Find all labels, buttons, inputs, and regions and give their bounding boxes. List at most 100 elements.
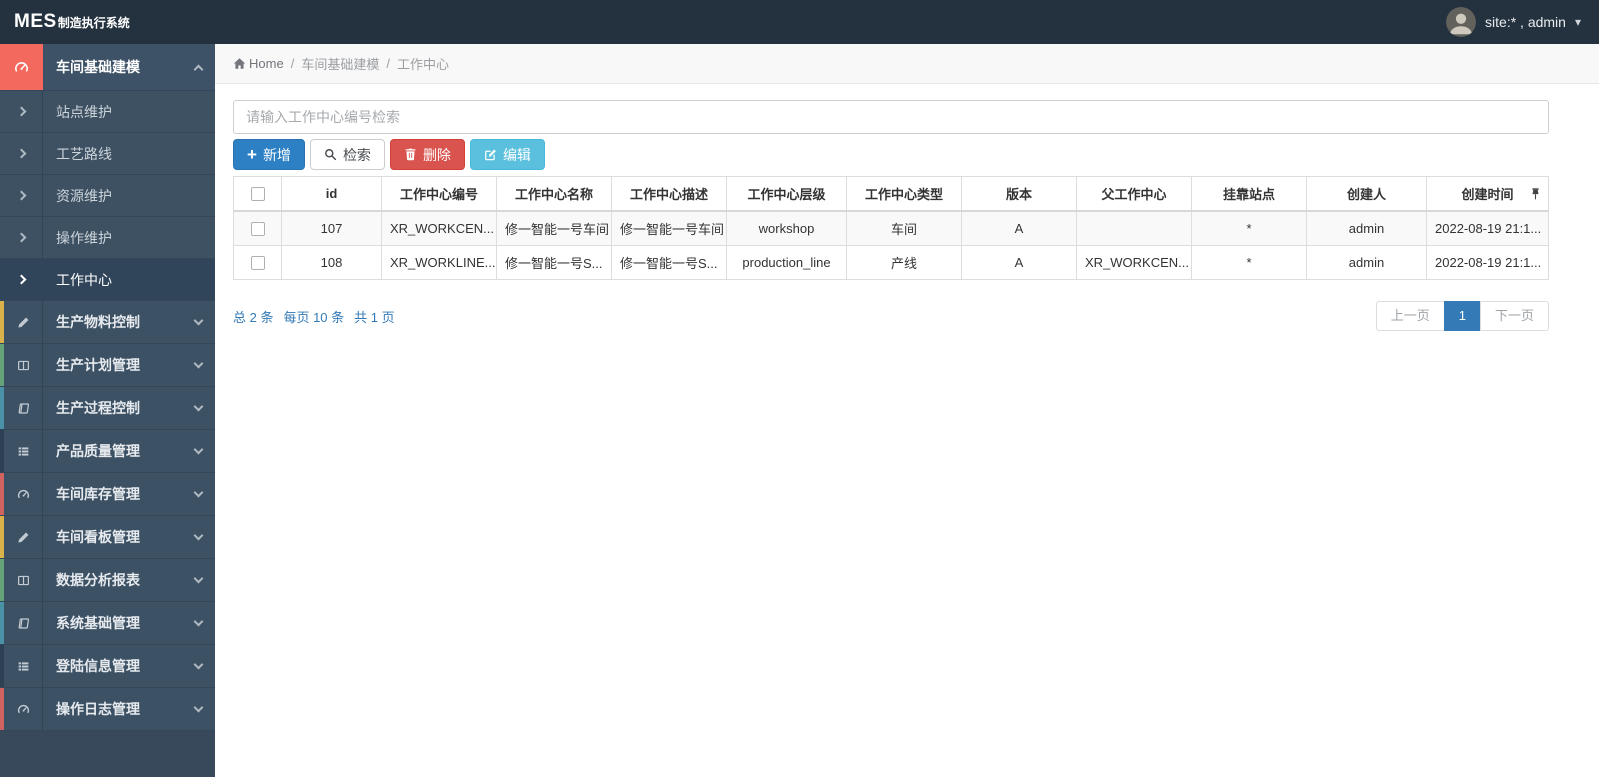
chevron-down-icon	[181, 559, 215, 601]
row-checkbox[interactable]	[250, 256, 265, 271]
sidebar-item-process-route[interactable]: 工艺路线	[0, 132, 215, 174]
sidebar-item-operation-maintenance[interactable]: 操作维护	[0, 216, 215, 258]
breadcrumb-current: 工作中心	[396, 57, 449, 72]
sidebar-module-label: 车间库存管理	[56, 486, 140, 502]
cell-code: XR_WORKCEN...	[381, 210, 497, 246]
table-row: 108 XR_WORKLINE... 修一智能一号S... 修一智能一号S...…	[233, 245, 1549, 280]
logo-text-secondary: 制造执行系统	[57, 16, 130, 30]
topbar: MES 制造执行系统 site:* , admin ▾	[0, 0, 1599, 44]
app-logo: MES 制造执行系统	[14, 11, 130, 33]
next-page-button[interactable]: 下一页	[1479, 301, 1549, 331]
sidebar-module-login-info[interactable]: 登陆信息管理	[0, 644, 215, 687]
sidebar-module-product-quality[interactable]: 产品质量管理	[0, 429, 215, 472]
stats-per-page: 每页 10 条	[283, 309, 345, 325]
cell-station: *	[1191, 210, 1307, 246]
sidebar-item-label: 操作维护	[56, 229, 112, 246]
row-select-cell	[233, 210, 282, 246]
caret-down-icon: ▾	[1574, 15, 1581, 29]
edit-button[interactable]: 编辑	[469, 139, 545, 170]
row-checkbox[interactable]	[250, 222, 265, 237]
pagination: 上一页 1 下一页	[1375, 301, 1549, 331]
plus-icon: +	[247, 145, 257, 164]
add-button[interactable]: + 新增	[233, 139, 305, 170]
chevron-right-icon	[0, 133, 43, 174]
sidebar-module-system-basic[interactable]: 系统基础管理	[0, 601, 215, 644]
dashboard-icon	[0, 44, 43, 90]
sidebar-module-production-plan[interactable]: 生产计划管理	[0, 343, 215, 386]
search-input[interactable]	[233, 100, 1549, 134]
sidebar-item-resource-maintenance[interactable]: 资源维护	[0, 174, 215, 216]
delete-button-label: 删除	[422, 146, 451, 163]
sidebar-item-label: 工作中心	[56, 271, 112, 288]
chevron-right-icon	[0, 217, 43, 258]
pencil-icon	[0, 301, 43, 343]
column-header-name: 工作中心名称	[496, 176, 612, 212]
current-page-button[interactable]: 1	[1443, 301, 1481, 331]
table-row: 107 XR_WORKCEN... 修一智能一号车间 修一智能一号车间 work…	[233, 210, 1549, 246]
delete-button[interactable]: 删除	[389, 139, 465, 170]
sidebar-module-label: 操作日志管理	[56, 701, 140, 717]
cell-creator: admin	[1306, 245, 1427, 280]
avatar	[1446, 7, 1477, 37]
sidebar-item-work-center[interactable]: 工作中心	[0, 258, 215, 300]
sidebar-module-label: 登陆信息管理	[56, 658, 140, 674]
cell-level: production_line	[726, 245, 847, 280]
sidebar-module-label: 生产过程控制	[56, 400, 140, 416]
search-button[interactable]: 检索	[309, 139, 385, 170]
sidebar-module-workshop-kanban[interactable]: 车间看板管理	[0, 515, 215, 558]
prev-page-button[interactable]: 上一页	[1375, 301, 1445, 331]
add-button-label: 新增	[262, 146, 291, 163]
cell-code: XR_WORKLINE...	[381, 245, 497, 280]
select-all-cell	[233, 176, 282, 212]
chevron-down-icon	[181, 301, 215, 343]
sidebar-item-label: 站点维护	[56, 103, 112, 120]
user-menu[interactable]: site:* , admin ▾	[1446, 7, 1581, 37]
sidebar: 车间基础建模 站点维护 工艺路线 资源维护 操作维护 工作中心 生产物料控制 生…	[0, 44, 215, 777]
cell-parent	[1076, 210, 1192, 246]
chevron-down-icon	[181, 387, 215, 429]
breadcrumb-level1-link[interactable]: 车间基础建模	[301, 54, 379, 73]
dashboard-icon	[0, 473, 43, 515]
stats-total: 总 2 条	[233, 309, 274, 325]
work-center-table: id 工作中心编号 工作中心名称 工作中心描述 工作中心层级 工作中心类型 版本…	[233, 176, 1549, 280]
breadcrumb-separator: /	[290, 56, 295, 71]
cell-creator: admin	[1306, 210, 1427, 246]
chevron-down-icon	[181, 602, 215, 644]
sidebar-module-data-analysis[interactable]: 数据分析报表	[0, 558, 215, 601]
cell-description: 修一智能一号S...	[611, 245, 727, 280]
table-footer: 总 2 条 每页 10 条 共 1 页 上一页 1 下一页	[233, 301, 1549, 331]
sidebar-filler	[0, 730, 215, 777]
column-header-code: 工作中心编号	[381, 176, 497, 212]
cell-type: 车间	[846, 210, 962, 246]
sidebar-module-production-process[interactable]: 生产过程控制	[0, 386, 215, 429]
user-name: site:* , admin	[1485, 14, 1566, 30]
sidebar-item-station-maintenance[interactable]: 站点维护	[0, 90, 215, 132]
sidebar-module-workshop-inventory[interactable]: 车间库存管理	[0, 472, 215, 515]
record-stats: 总 2 条 每页 10 条 共 1 页	[233, 307, 395, 326]
sidebar-module-label: 产品质量管理	[56, 443, 140, 459]
select-all-checkbox[interactable]	[250, 187, 265, 202]
breadcrumb-home-link[interactable]: Home	[233, 56, 284, 71]
chevron-down-icon	[181, 430, 215, 472]
columns-icon	[0, 344, 43, 386]
book-icon	[0, 602, 43, 644]
sidebar-module-production-material[interactable]: 生产物料控制	[0, 300, 215, 343]
cell-type: 产线	[846, 245, 962, 280]
content-area: + 新增 检索 删除 编辑	[215, 84, 1599, 331]
column-header-id: id	[281, 176, 382, 212]
column-header-type: 工作中心类型	[846, 176, 962, 212]
column-header-level: 工作中心层级	[726, 176, 847, 212]
sidebar-module-operation-log[interactable]: 操作日志管理	[0, 687, 215, 730]
columns-icon	[0, 559, 43, 601]
sidebar-group-workshop-modeling[interactable]: 车间基础建模	[0, 44, 215, 90]
chevron-down-icon	[181, 473, 215, 515]
table-header-row: id 工作中心编号 工作中心名称 工作中心描述 工作中心层级 工作中心类型 版本…	[233, 176, 1549, 212]
dashboard-icon	[0, 688, 43, 730]
sidebar-module-label: 车间看板管理	[56, 529, 140, 545]
cell-version: A	[961, 245, 1077, 280]
cell-name: 修一智能一号车间	[496, 210, 612, 246]
pushpin-icon[interactable]	[1530, 187, 1541, 200]
list-icon	[0, 430, 43, 472]
column-header-creator: 创建人	[1306, 176, 1427, 212]
search-icon	[324, 148, 337, 161]
